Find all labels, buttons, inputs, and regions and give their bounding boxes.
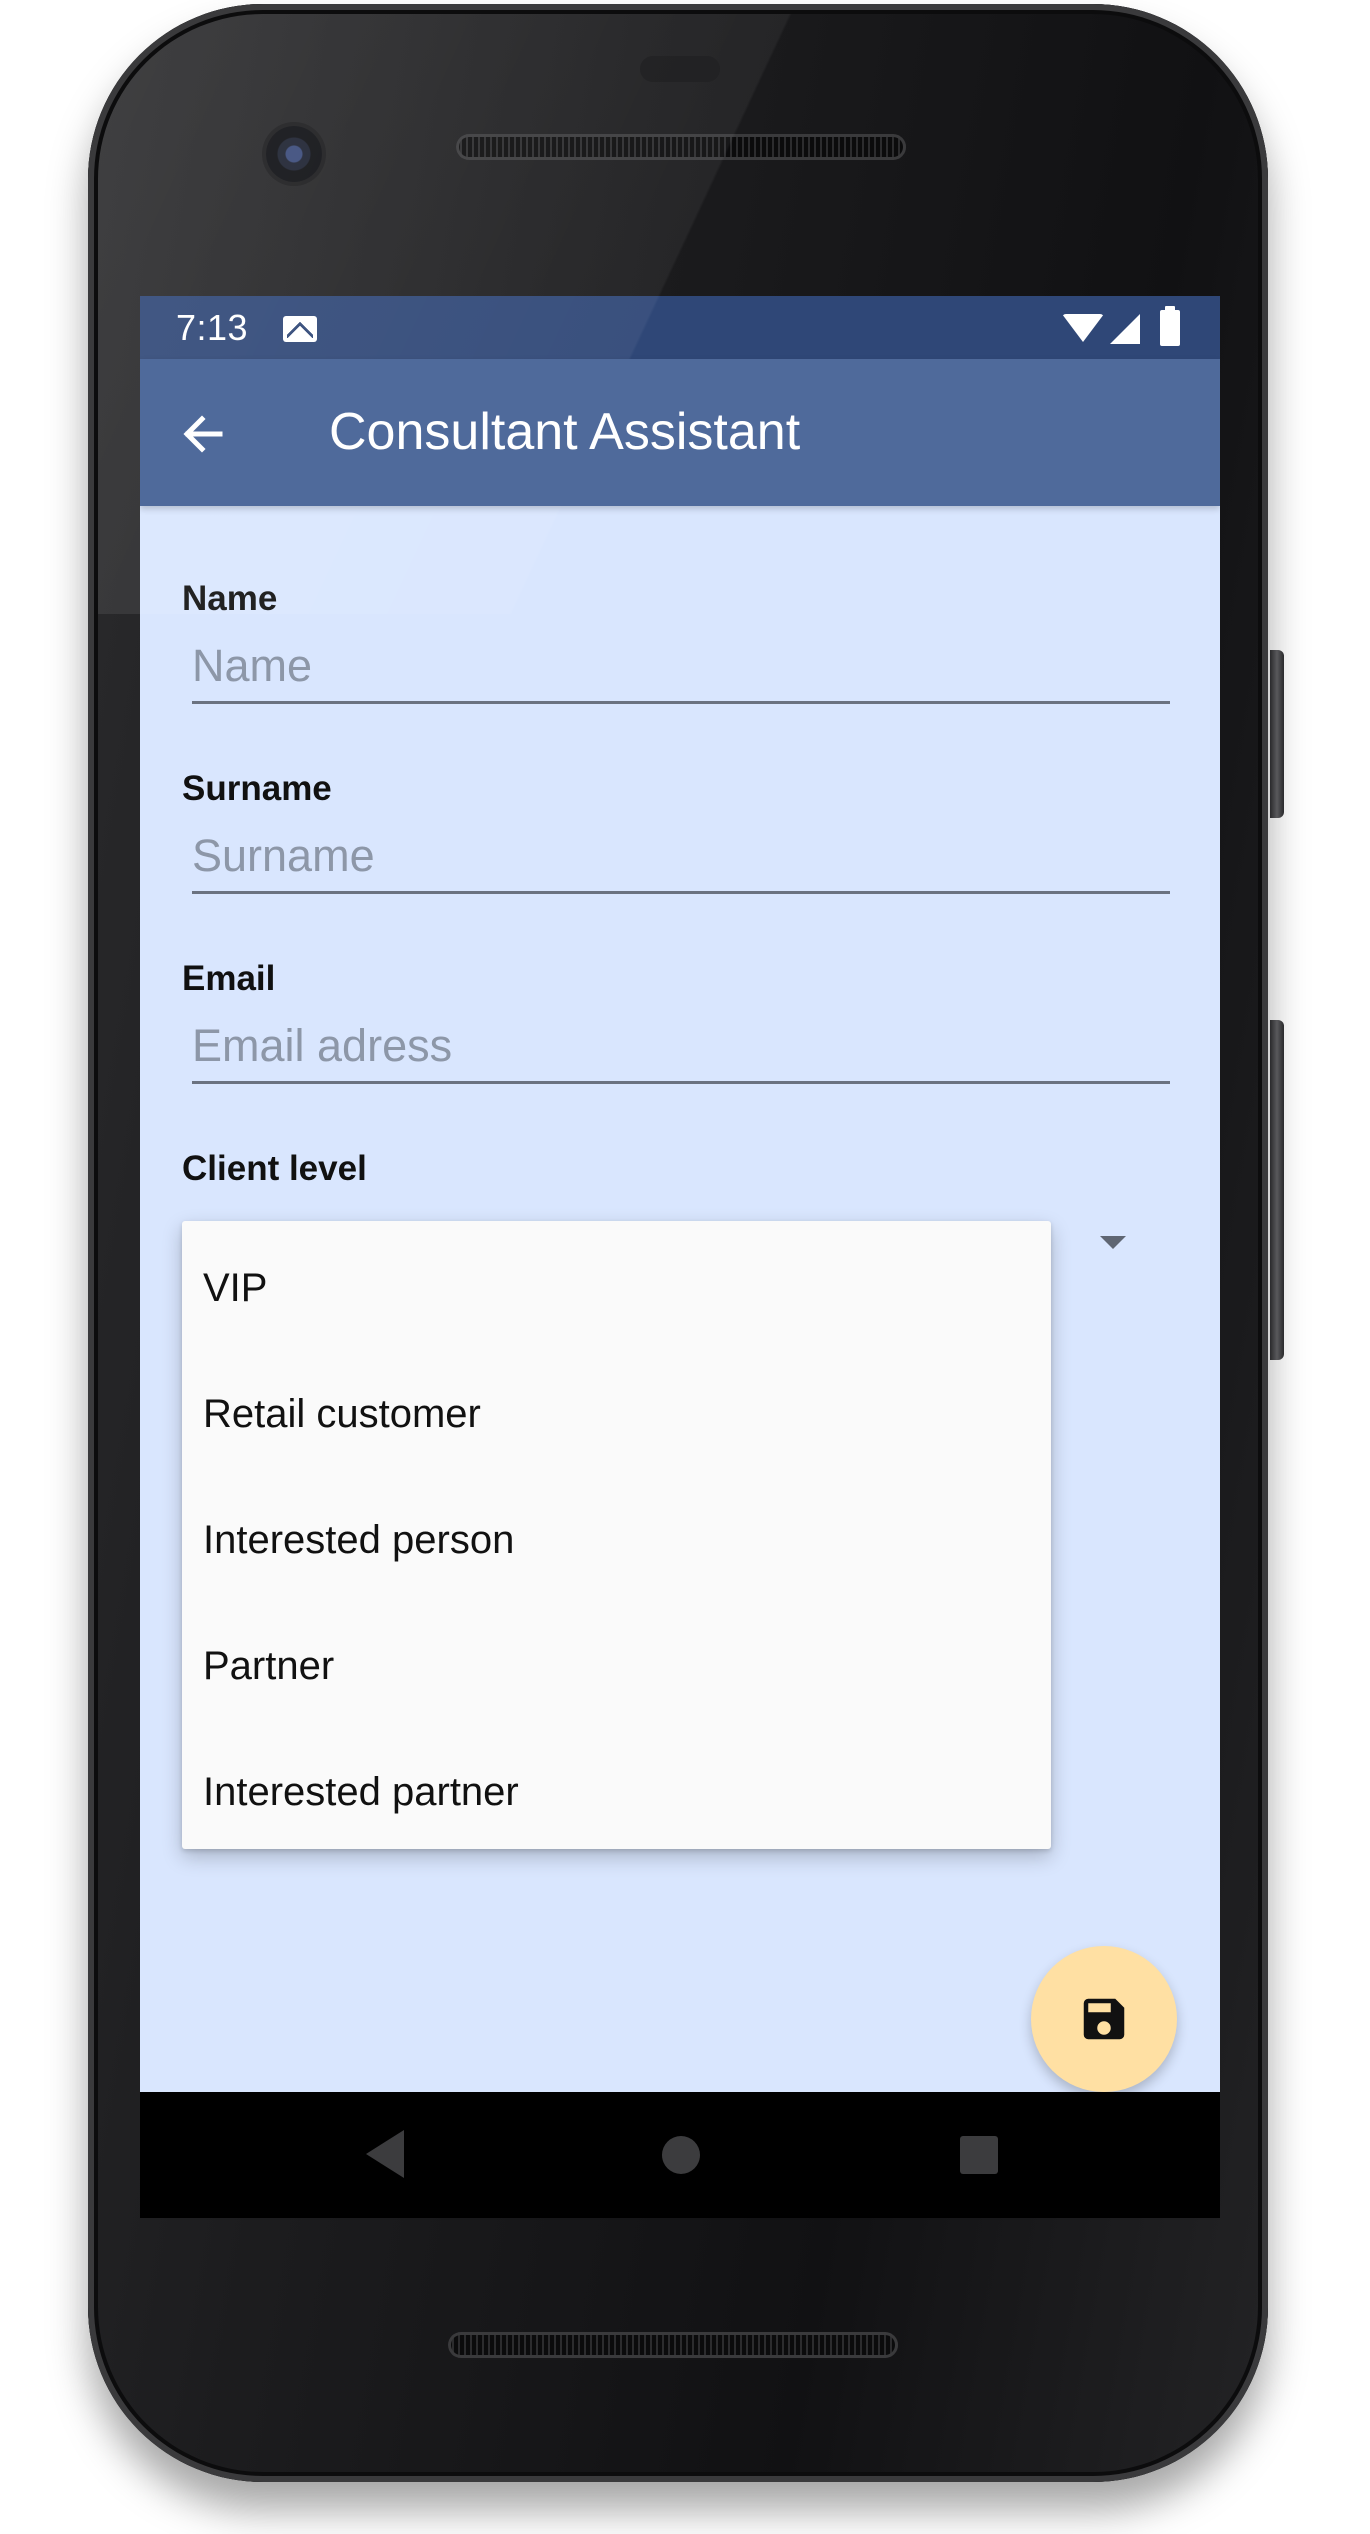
screen: 7:13 Consultant Assistant Name Surname E…	[140, 296, 1220, 2092]
app-bar: Consultant Assistant	[140, 359, 1220, 506]
nav-back-icon[interactable]	[366, 2130, 404, 2178]
save-button[interactable]	[1031, 1946, 1177, 2092]
dropdown-option-vip[interactable]: VIP	[182, 1225, 1051, 1351]
dropdown-option-retail-customer[interactable]: Retail customer	[182, 1351, 1051, 1477]
dropdown-option-partner[interactable]: Partner	[182, 1603, 1051, 1729]
earpiece-speaker	[456, 134, 906, 160]
dropdown-option-interested-partner[interactable]: Interested partner	[182, 1729, 1051, 1855]
surname-label: Surname	[182, 769, 332, 808]
volume-button	[1270, 1020, 1284, 1360]
name-field[interactable]	[192, 638, 1170, 704]
nav-home-icon[interactable]	[662, 2136, 700, 2174]
device-mockup: 7:13 Consultant Assistant Name Surname E…	[0, 0, 1370, 2534]
save-icon	[1083, 1998, 1125, 2040]
name-label: Name	[182, 579, 278, 618]
wifi-icon	[1062, 314, 1104, 342]
form-content: Name Surname Email Client level VIP Reta…	[140, 506, 1220, 2092]
nav-recents-icon[interactable]	[960, 2136, 998, 2174]
signal-icon	[1110, 314, 1140, 344]
mail-icon	[283, 316, 317, 342]
bottom-speaker	[448, 2332, 898, 2358]
page-title: Consultant Assistant	[329, 403, 801, 461]
front-camera-icon	[266, 126, 322, 182]
system-nav-bar	[140, 2092, 1220, 2218]
client-level-dropdown: VIP Retail customer Interested person Pa…	[182, 1221, 1051, 1849]
status-time: 7:13	[176, 307, 249, 348]
dropdown-option-interested-person[interactable]: Interested person	[182, 1477, 1051, 1603]
client-level-label: Client level	[182, 1149, 367, 1188]
power-button	[1270, 650, 1284, 818]
status-bar: 7:13	[140, 296, 1220, 359]
back-button[interactable]	[170, 399, 240, 469]
surname-field[interactable]	[192, 828, 1170, 894]
arrow-back-icon	[183, 415, 223, 453]
email-field[interactable]	[192, 1018, 1170, 1084]
proximity-sensor	[640, 56, 720, 82]
dropdown-arrow-icon[interactable]	[1100, 1236, 1126, 1249]
battery-icon	[1160, 306, 1180, 346]
email-label: Email	[182, 959, 276, 998]
